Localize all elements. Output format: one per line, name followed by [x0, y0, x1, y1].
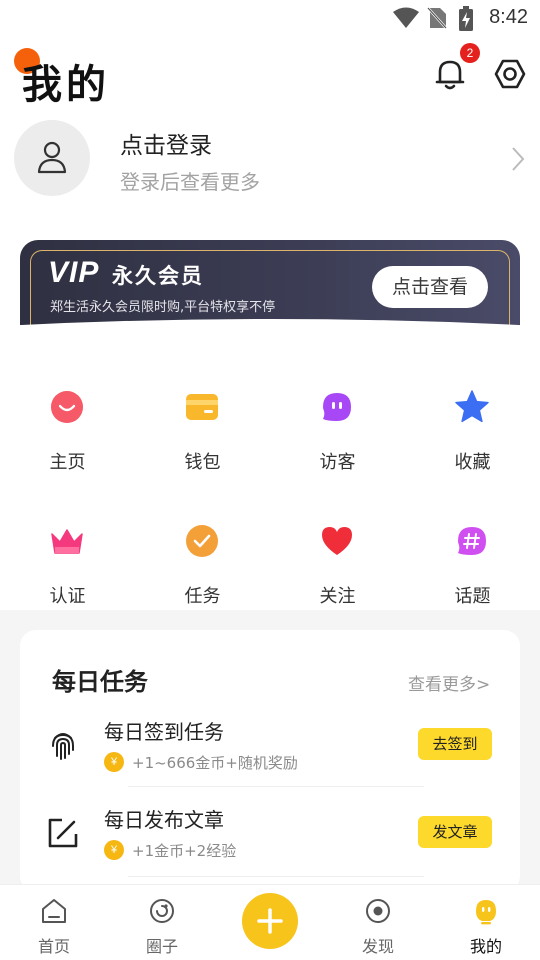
plus-icon: [257, 908, 283, 934]
login-subtitle: 登录后查看更多: [120, 170, 260, 194]
smile-icon: [51, 391, 83, 423]
battery-charging-icon: [459, 6, 473, 31]
grid-item-home[interactable]: 主页: [0, 372, 135, 482]
publish-article-button[interactable]: 发文章: [418, 816, 492, 848]
task-title: 每日发布文章: [104, 808, 224, 832]
vip-view-button[interactable]: 点击查看: [372, 266, 488, 308]
notification-badge: 2: [460, 43, 480, 63]
grid-label: 主页: [49, 452, 86, 473]
grid-label: 认证: [49, 586, 86, 607]
no-sim-icon: [427, 7, 447, 29]
avatar[interactable]: [14, 120, 90, 196]
fingerprint-icon: [52, 733, 74, 760]
status-bar: 8:42: [0, 0, 540, 36]
task-row-checkin: 每日签到任务 ¥ +1~666金币+随机奖励 去签到: [20, 716, 520, 796]
nav-label: 圈子: [145, 937, 178, 956]
page-title: 我的: [22, 62, 110, 108]
vip-curve-overlay: [0, 319, 540, 358]
edit-icon: [48, 818, 78, 848]
divider: [128, 786, 424, 787]
heart-icon: [322, 527, 352, 555]
grid-item-wallet[interactable]: 钱包: [135, 372, 270, 482]
login-title[interactable]: 点击登录: [120, 126, 212, 160]
user-icon: [37, 141, 67, 174]
star-icon: [455, 390, 489, 423]
tasks-heading: 每日任务: [52, 668, 148, 696]
checkin-button[interactable]: 去签到: [418, 728, 492, 760]
grid-label: 关注: [319, 586, 356, 607]
grid-item-favorites[interactable]: 收藏: [405, 372, 540, 482]
mine-icon: [476, 900, 496, 925]
hashtag-icon: [458, 527, 486, 555]
grid-label: 访客: [319, 452, 356, 473]
nav-home[interactable]: 首页: [0, 885, 108, 960]
vip-title: 永久会员: [112, 264, 204, 288]
nav-mine[interactable]: 我的: [432, 885, 540, 960]
circle-icon: [150, 899, 174, 923]
grid-item-follow[interactable]: 关注: [270, 506, 405, 616]
task-reward: +1金币+2经验: [132, 842, 237, 860]
nav-circle[interactable]: 圈子: [108, 885, 216, 960]
coin-icon: ¥: [104, 840, 124, 860]
header: 我的 2: [0, 40, 540, 110]
task-reward: +1~666金币+随机奖励: [132, 754, 298, 772]
grid-label: 话题: [454, 586, 491, 607]
grid-item-visitor[interactable]: 访客: [270, 372, 405, 482]
grid-label: 钱包: [184, 452, 221, 473]
discover-icon: [366, 899, 390, 923]
coin-icon: ¥: [104, 752, 124, 772]
grid-item-verify[interactable]: 认证: [0, 506, 135, 616]
status-time: 8:42: [489, 6, 528, 28]
tasks-more-link[interactable]: 查看更多>: [408, 670, 490, 695]
visitor-icon: [323, 393, 351, 421]
nav-label: 我的: [469, 937, 502, 956]
vip-banner[interactable]: VIP 永久会员 郑生活永久会员限时购,平台特权享不停 点击查看: [0, 240, 540, 358]
vip-description: 郑生活永久会员限时购,平台特权享不停: [50, 300, 276, 315]
wallet-icon: [186, 394, 218, 420]
vip-logo: VIP: [48, 256, 100, 289]
nav-label: 发现: [361, 937, 394, 956]
crown-icon: [51, 529, 83, 554]
divider: [128, 876, 424, 877]
grid-label: 任务: [184, 586, 221, 607]
profile-login-row[interactable]: 点击登录 登录后查看更多: [0, 120, 540, 200]
grid-label: 收藏: [454, 452, 491, 473]
check-icon: [186, 525, 218, 557]
nav-label: 首页: [37, 937, 70, 956]
wifi-icon: [393, 7, 419, 28]
grid-item-topics[interactable]: 话题: [405, 506, 540, 616]
home-icon: [42, 899, 66, 923]
settings-icon[interactable]: [490, 54, 530, 94]
grid-item-tasks[interactable]: 任务: [135, 506, 270, 616]
feature-grid: 主页 钱包 访客 收藏 认证 任务 关注 话题: [0, 372, 540, 608]
task-title: 每日签到任务: [104, 720, 224, 744]
publish-plus-button[interactable]: [242, 893, 298, 949]
task-row-publish: 每日发布文章 ¥ +1金币+2经验 发文章: [20, 804, 520, 884]
nav-discover[interactable]: 发现: [324, 885, 432, 960]
chevron-right-icon: [512, 147, 525, 171]
bottom-nav: 首页 圈子 发现 我的: [0, 884, 540, 960]
daily-tasks-card: 每日任务 查看更多> 每日签到任务 ¥ +1~666金币+随机奖励 去签到 每日…: [20, 630, 520, 892]
